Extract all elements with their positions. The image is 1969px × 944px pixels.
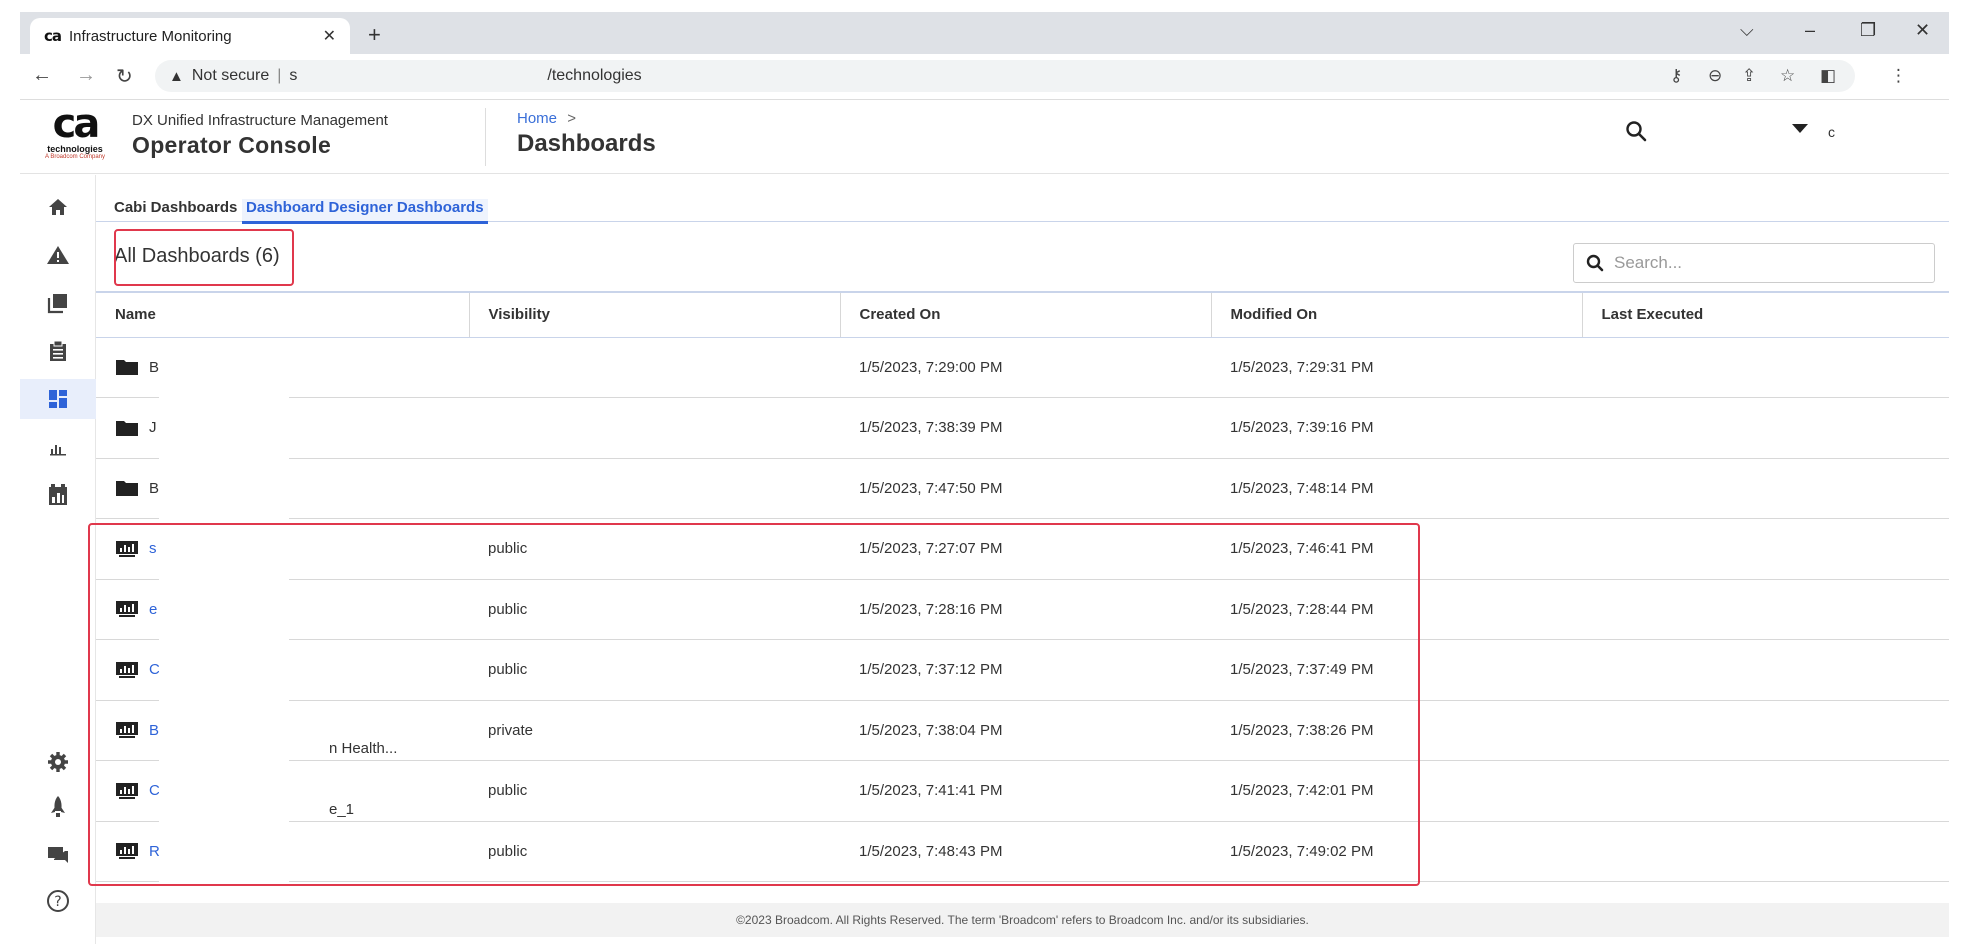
forward-icon[interactable]: → [76, 64, 96, 87]
header-search-icon[interactable] [1625, 120, 1647, 147]
cell-created: 1/5/2023, 7:29:00 PM [840, 337, 1211, 398]
cell-last-executed [1582, 639, 1949, 701]
tab-title: Infrastructure Monitoring [69, 27, 232, 45]
logo-company: A Broadcom Company [44, 154, 106, 160]
tab-close-icon[interactable]: ✕ [323, 26, 336, 46]
reload-icon[interactable]: ↻ [116, 64, 133, 89]
title-highlight-box [114, 229, 294, 286]
new-tab-icon[interactable]: + [368, 22, 381, 48]
table-row[interactable]: J 1/5/2023, 7:38:39 PM 1/5/2023, 7:39:16… [96, 397, 1949, 459]
address-bar-row: ← → ↻ ▲ Not secure | s /technologies ⚷ ⊖… [20, 54, 1949, 100]
address-bar[interactable]: ▲ Not secure | s /technologies [155, 60, 1855, 92]
folder-icon [115, 418, 139, 438]
search-box[interactable] [1573, 243, 1935, 283]
cell-created: 1/5/2023, 7:38:39 PM [840, 397, 1211, 459]
menu-kebab-icon[interactable]: ⋮ [1890, 66, 1907, 86]
column-header-last-executed[interactable]: Last Executed [1582, 291, 1949, 338]
row-name[interactable]: B [149, 480, 159, 497]
search-input[interactable] [1614, 253, 1914, 273]
warning-icon: ▲ [169, 67, 184, 85]
breadcrumb: Home > [517, 110, 576, 127]
table-row[interactable]: B 1/5/2023, 7:29:00 PM 1/5/2023, 7:29:31… [96, 337, 1949, 398]
tab-cabi-dashboards[interactable]: Cabi Dashboards [110, 199, 241, 221]
bookmark-star-icon[interactable]: ☆ [1780, 66, 1795, 86]
metrics-icon[interactable] [20, 427, 96, 467]
search-icon [1586, 254, 1604, 272]
close-window-icon[interactable]: ✕ [1915, 20, 1930, 41]
tab-dashboard-designer[interactable]: Dashboard Designer Dashboards [242, 199, 488, 224]
cell-last-executed [1582, 458, 1949, 519]
slm-icon[interactable] [20, 475, 96, 515]
settings-icon[interactable] [20, 742, 96, 782]
column-header-visibility[interactable]: Visibility [469, 291, 841, 338]
security-label: Not secure [191, 67, 270, 84]
cell-last-executed [1582, 760, 1949, 822]
logo-tech: technologies [47, 144, 103, 154]
cell-modified: 1/5/2023, 7:48:14 PM [1211, 458, 1582, 519]
left-nav-rail: ? [20, 175, 96, 944]
address-separator: | [277, 67, 282, 84]
table-header-row: Name Visibility Created On Modified On L… [96, 291, 1949, 338]
cell-modified: 1/5/2023, 7:39:16 PM [1211, 397, 1582, 459]
main-content: Cabi Dashboards Dashboard Designer Dashb… [88, 175, 1949, 944]
key-icon[interactable]: ⚷ [1670, 66, 1682, 86]
cell-created: 1/5/2023, 7:47:50 PM [840, 458, 1211, 519]
dashboard-subtabs: Cabi Dashboards Dashboard Designer Dashb… [96, 189, 1949, 224]
dashboards-highlight-box [88, 523, 1420, 886]
folder-icon [115, 357, 139, 377]
home-icon[interactable] [20, 187, 96, 227]
page-title: Dashboards [517, 130, 656, 157]
cell-modified: 1/5/2023, 7:29:31 PM [1211, 337, 1582, 398]
table-row[interactable]: B 1/5/2023, 7:47:50 PM 1/5/2023, 7:48:14… [96, 458, 1949, 519]
tab-search-chevron-icon[interactable]: ⌵ [1740, 20, 1754, 41]
restore-icon[interactable]: ❐ [1860, 20, 1876, 41]
cell-name: B [96, 337, 469, 398]
user-menu-caret-icon[interactable] [1792, 124, 1808, 133]
cell-last-executed [1582, 821, 1949, 882]
product-title: Operator Console [132, 132, 332, 158]
tab-favicon: ca [44, 27, 62, 45]
alarm-icon[interactable] [20, 235, 96, 275]
footer-copyright: ©2023 Broadcom. All Rights Reserved. The… [96, 903, 1949, 937]
header-divider [485, 108, 486, 166]
cell-visibility [469, 458, 840, 519]
url-host: s [289, 67, 298, 84]
column-header-modified[interactable]: Modified On [1211, 291, 1583, 338]
back-icon[interactable]: ← [32, 64, 52, 87]
breadcrumb-separator: > [567, 110, 576, 127]
cell-last-executed [1582, 579, 1949, 640]
app-header: ca technologies A Broadcom Company DX Un… [20, 100, 1949, 174]
cell-visibility [469, 337, 840, 398]
url-path: /technologies [547, 67, 642, 84]
launch-icon[interactable] [20, 787, 96, 827]
inventory-icon[interactable] [20, 283, 96, 323]
logo-mark: ca [52, 101, 101, 147]
chat-icon[interactable] [20, 835, 96, 875]
share-icon[interactable]: ⇪ [1742, 66, 1756, 86]
browser-tab[interactable]: ca Infrastructure Monitoring ✕ [30, 18, 350, 54]
minimize-icon[interactable]: – [1805, 20, 1815, 41]
column-header-created[interactable]: Created On [840, 291, 1212, 338]
cell-last-executed [1582, 518, 1949, 580]
folder-icon [115, 478, 139, 498]
svg-text:?: ? [54, 894, 61, 910]
breadcrumb-home-link[interactable]: Home [517, 110, 557, 127]
user-name[interactable]: c [1828, 124, 1835, 140]
column-header-name[interactable]: Name [96, 291, 470, 338]
cell-last-executed [1582, 397, 1949, 459]
row-name[interactable]: B [149, 359, 159, 376]
reports-icon[interactable] [20, 331, 96, 371]
help-icon[interactable]: ? [20, 881, 96, 921]
zoom-icon[interactable]: ⊖ [1708, 66, 1722, 86]
cell-visibility [469, 397, 840, 459]
cell-last-executed [1582, 337, 1949, 398]
dashboards-icon[interactable] [20, 379, 96, 419]
product-subtitle: DX Unified Infrastructure Management [132, 112, 388, 129]
browser-chrome: ca Infrastructure Monitoring ✕ + ⌵ – ❐ ✕… [20, 12, 1949, 100]
cell-last-executed [1582, 700, 1949, 761]
side-panel-icon[interactable]: ◧ [1820, 66, 1836, 86]
ca-logo[interactable]: ca technologies A Broadcom Company [34, 104, 116, 168]
row-name[interactable]: J [149, 419, 157, 436]
